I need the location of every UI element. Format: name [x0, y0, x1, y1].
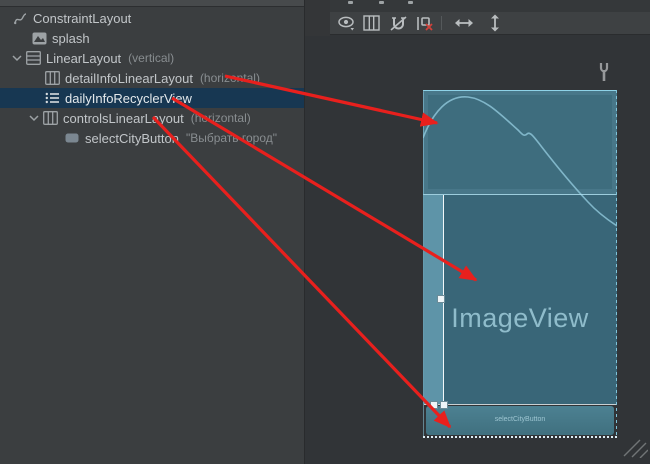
imageview-placeholder-label: ImageView	[423, 303, 617, 334]
tree-item-detailinfolinearlayout[interactable]: detailInfoLinearLayout (horizontal)	[0, 68, 304, 88]
toolbar-separator	[441, 16, 442, 30]
canvas-bottom-dashed-edge	[423, 436, 617, 438]
selection-handle[interactable]	[430, 401, 438, 409]
editor-top-strip	[330, 0, 650, 12]
resize-corner-handle[interactable]	[622, 436, 648, 458]
clear-constraints-icon[interactable]	[414, 13, 436, 33]
linear-layout-horizontal-icon	[42, 110, 58, 126]
constraint-layout-icon	[12, 10, 28, 26]
panel-gutter	[305, 0, 330, 36]
canvas-right-dashed-edge	[616, 90, 617, 437]
tree-item-selectcitybutton[interactable]: selectCityButton "Выбрать город"	[0, 128, 304, 148]
selection-border-horizontal	[424, 404, 616, 405]
design-toolbar	[330, 12, 650, 35]
component-tree-toolbar-edge	[0, 0, 304, 7]
button-icon	[64, 130, 80, 146]
selection-handle[interactable]	[437, 295, 445, 303]
chevron-down-icon[interactable]	[28, 112, 40, 124]
tree-item-splash[interactable]: splash	[0, 28, 304, 48]
linear-layout-vertical-icon	[25, 50, 41, 66]
column-guides-icon[interactable]	[360, 13, 382, 33]
tree-item-constraintlayout[interactable]: ConstraintLayout	[0, 8, 304, 28]
vertical-resize-arrows-icon[interactable]	[484, 13, 506, 33]
linear-layout-horizontal-icon	[44, 70, 60, 86]
clipped-toolbar-icon	[379, 1, 384, 4]
view-options-eye-icon[interactable]	[336, 13, 358, 33]
imageview-section[interactable]	[423, 195, 617, 404]
section-divider-line	[423, 194, 617, 195]
component-tree-panel: ConstraintLayout splash LinearLayout (ve…	[0, 0, 304, 464]
selectcitybutton-preview-label: selectCityButton	[426, 416, 614, 423]
clipped-toolbar-icon	[348, 1, 353, 4]
tree-item-linearlayout[interactable]: LinearLayout (vertical)	[0, 48, 304, 68]
selection-handle[interactable]	[440, 401, 448, 409]
horizontal-resize-arrows-icon[interactable]	[453, 13, 475, 33]
chevron-down-icon[interactable]	[11, 52, 23, 64]
detailinfo-section[interactable]	[423, 90, 617, 194]
phone-preview-canvas[interactable]: ImageView selectCityButton	[423, 90, 617, 438]
clipped-toolbar-icon	[408, 1, 413, 4]
selectcitybutton-preview[interactable]: selectCityButton	[426, 406, 614, 435]
canvas-top-edge	[423, 90, 617, 91]
wrench-icon[interactable]	[597, 62, 611, 82]
image-icon	[31, 30, 47, 46]
android-studio-layout-editor: ConstraintLayout splash LinearLayout (ve…	[0, 0, 650, 464]
recycler-view-icon	[44, 90, 60, 106]
tree-item-dailyinforecyclerview[interactable]: dailyInfoRecyclerView	[0, 88, 304, 108]
autoconnect-off-magnet-icon[interactable]	[387, 13, 409, 33]
tree-item-controlslinearlayout[interactable]: controlsLinearLayout (horizontal)	[0, 108, 304, 128]
canvas-left-edge	[423, 90, 424, 437]
component-tree: ConstraintLayout splash LinearLayout (ve…	[0, 7, 304, 148]
